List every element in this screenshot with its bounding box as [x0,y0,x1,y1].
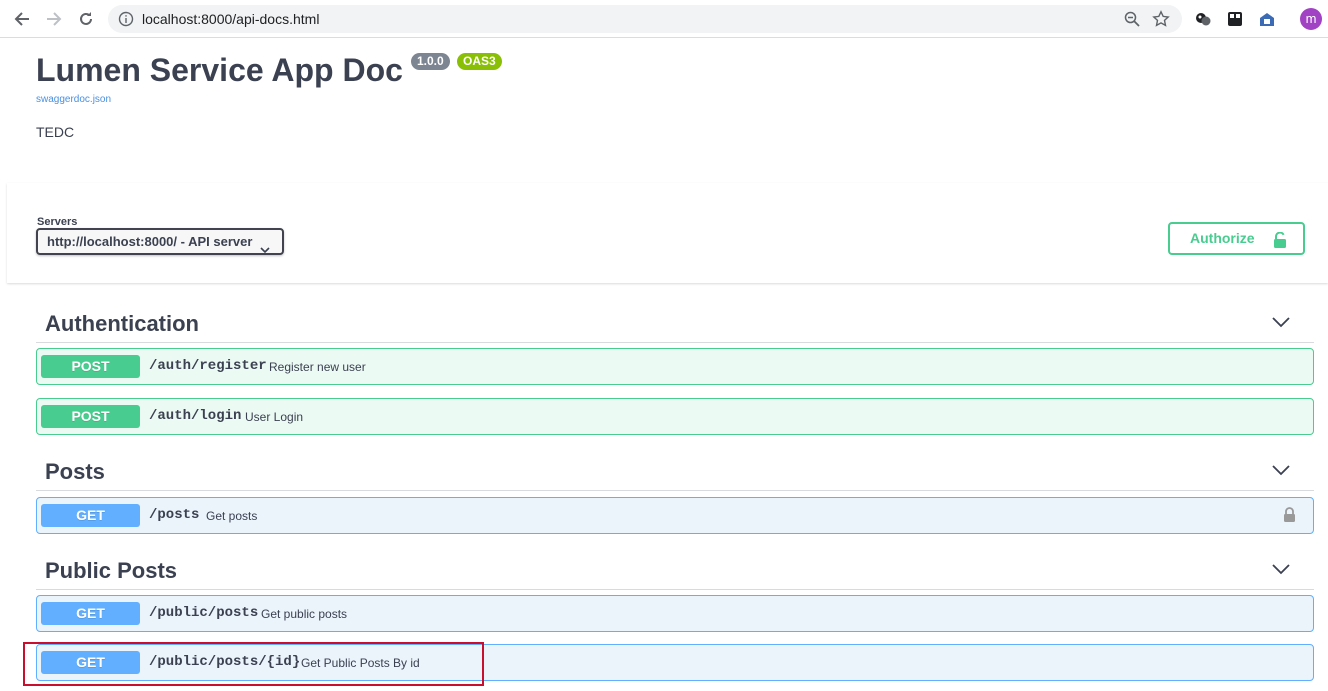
operation-summary: Get public posts [261,607,348,621]
operation-summary: Get posts [206,509,258,523]
extension-icon[interactable] [1226,10,1244,28]
operation-path: /auth/register [149,358,267,374]
servers-label: Servers [37,216,78,228]
operation-get-public-posts[interactable]: GET /public/posts Get public posts [36,595,1314,632]
reload-icon[interactable] [76,9,96,29]
servers-select[interactable]: http://localhost:8000/ - API server [36,228,284,255]
method-badge: POST [41,405,140,428]
method-badge: GET [41,602,140,625]
forward-arrow-icon[interactable] [44,9,64,29]
servers-selected-value: http://localhost:8000/ - API server [47,234,253,249]
operation-summary: Register new user [269,360,366,374]
chevron-down-icon[interactable] [1272,562,1290,580]
address-bar[interactable]: localhost:8000/api-docs.html [108,5,1182,33]
lock-icon[interactable] [1283,507,1296,528]
oas-badge: OAS3 [457,53,502,70]
operation-path: /auth/login [149,408,242,424]
chevron-down-icon [260,238,270,261]
tag-authentication[interactable]: Authentication [36,301,1314,343]
url-text: localhost:8000/api-docs.html [142,11,320,27]
extension-icon[interactable] [1194,10,1212,28]
authorize-button[interactable]: Authorize [1168,222,1305,255]
profile-avatar[interactable]: m [1300,8,1322,30]
highlight-box [23,642,484,686]
tag-title: Authentication [45,311,199,336]
operation-summary: User Login [245,410,304,424]
scheme-container: Servers http://localhost:8000/ - API ser… [7,183,1328,283]
tag-posts[interactable]: Posts [36,449,1314,491]
version-badge: 1.0.0 [411,53,450,70]
operation-post-auth-login[interactable]: POST /auth/login User Login [36,398,1314,435]
spec-link[interactable]: swaggerdoc.json [36,94,111,105]
tag-title: Public Posts [45,558,178,583]
browser-toolbar: localhost:8000/api-docs.html m [0,0,1328,38]
bookmark-star-icon[interactable] [1152,10,1170,33]
operation-path: /posts [149,507,200,523]
operation-post-auth-register[interactable]: POST /auth/register Register new user [36,348,1314,385]
page-title: Lumen Service App Doc [36,52,403,88]
chevron-down-icon[interactable] [1272,463,1290,481]
info-icon[interactable] [118,11,134,32]
back-arrow-icon[interactable] [12,9,32,29]
tag-public-posts[interactable]: Public Posts [36,548,1314,590]
tag-title: Posts [45,459,105,484]
extension-icon[interactable] [1258,10,1276,28]
method-badge: POST [41,355,140,378]
operation-path: /public/posts [149,605,259,621]
chevron-down-icon[interactable] [1272,315,1290,333]
zoom-out-icon[interactable] [1124,11,1140,32]
unlocked-lock-icon [1273,230,1287,259]
authorize-label: Authorize [1190,230,1255,246]
method-badge: GET [41,504,140,527]
api-description: TEDC [36,124,75,140]
operation-get-posts[interactable]: GET /posts Get posts [36,497,1314,534]
